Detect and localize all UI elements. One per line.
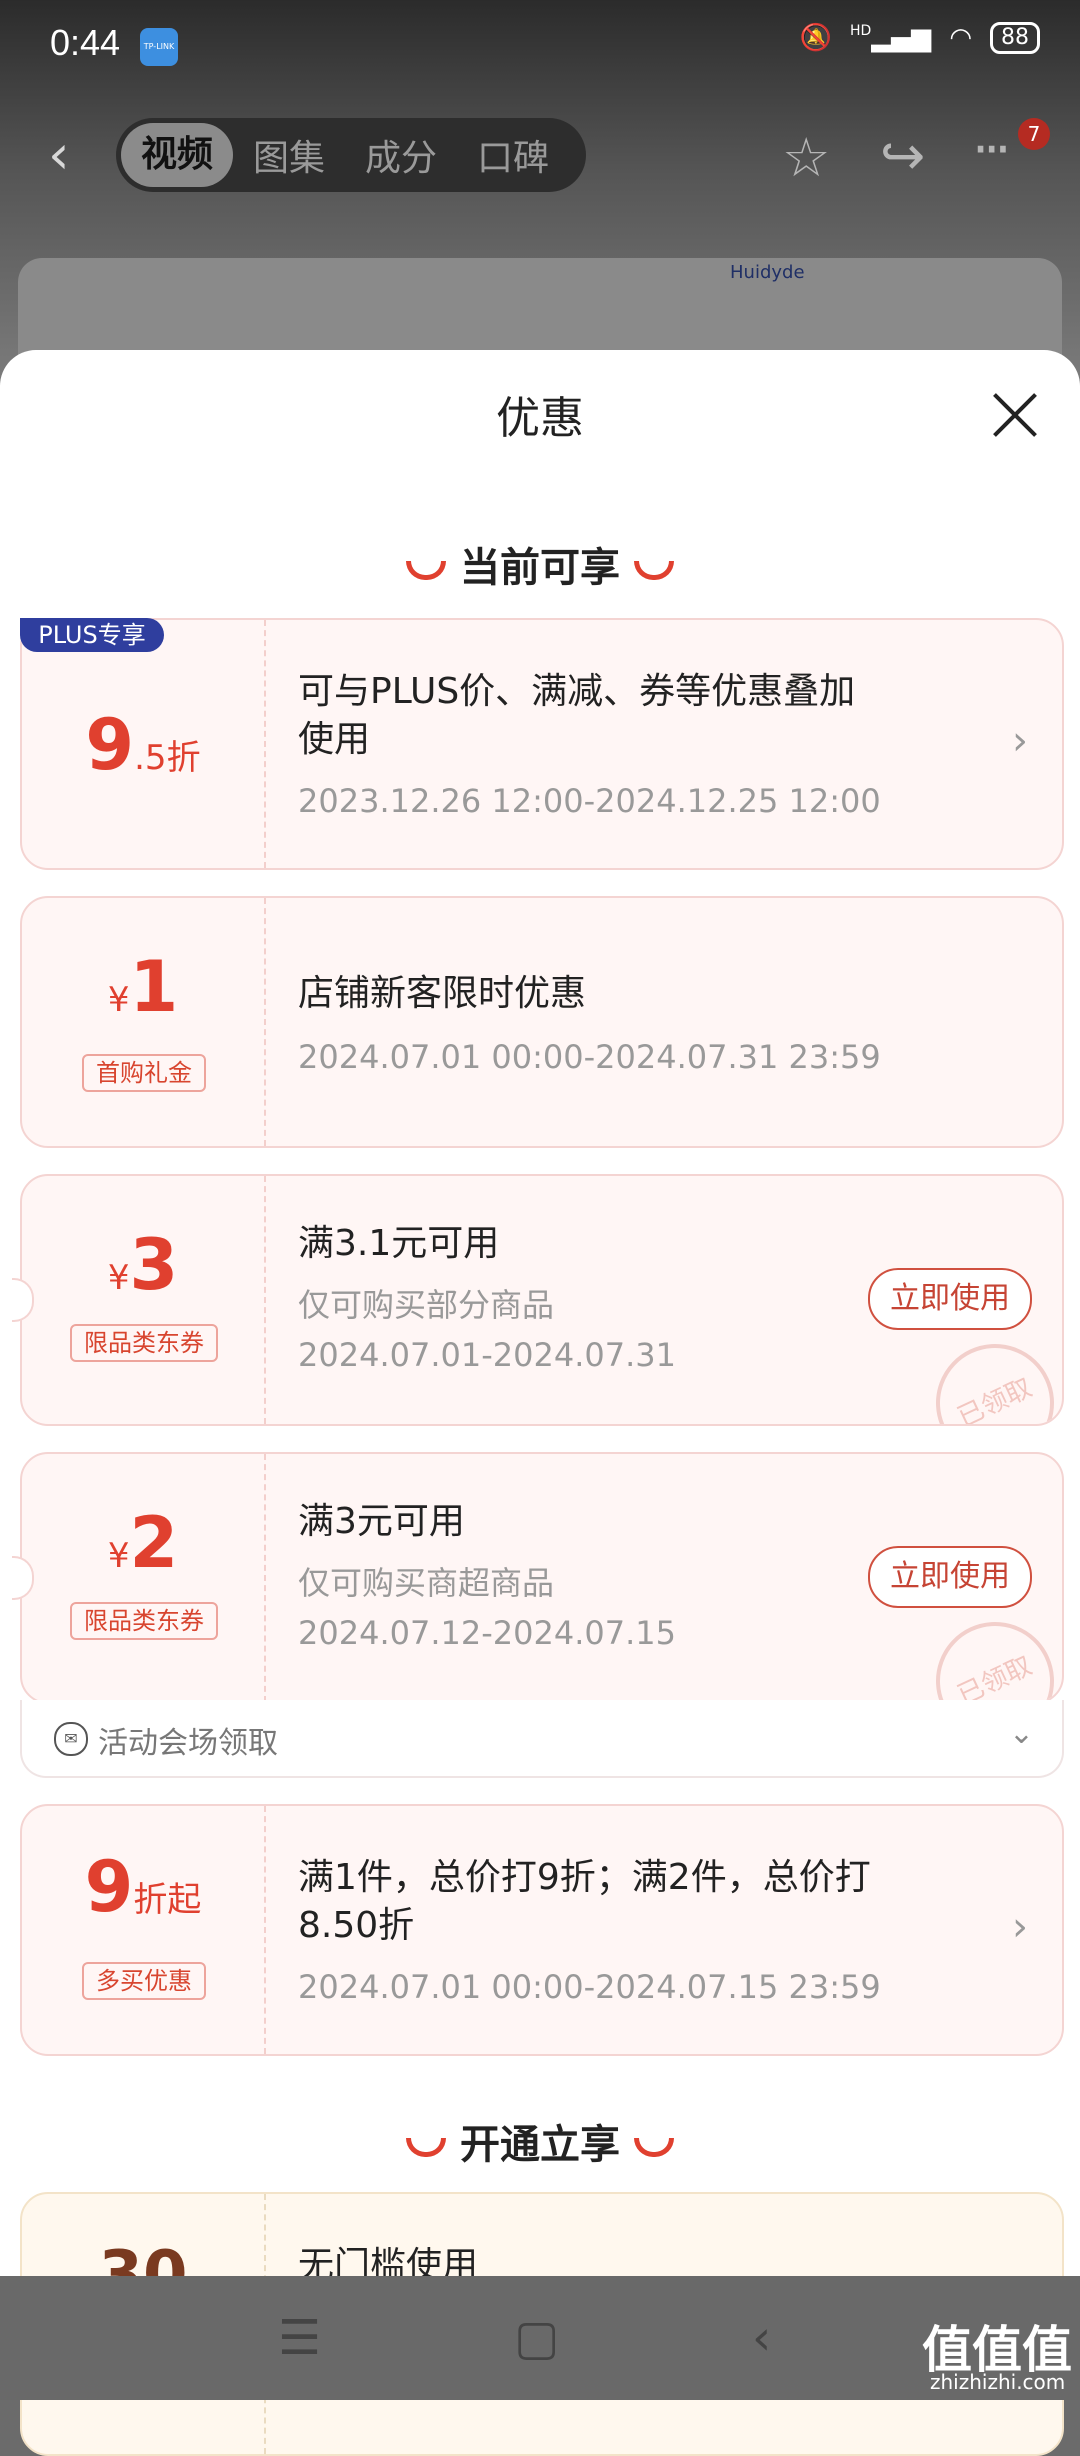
home-icon[interactable]: ▢ bbox=[514, 2310, 559, 2366]
coupon-tag: 限品类东券 bbox=[70, 1602, 218, 1640]
app-notification-icon: TP-LINK bbox=[140, 28, 178, 66]
chevron-down-icon: ⌄ bbox=[1008, 1716, 1034, 1751]
coupon-card-category-3[interactable]: ¥3 限品类东券 满3.1元可用 仅可购买部分商品 2024.07.01-202… bbox=[20, 1174, 1064, 1426]
tab-video[interactable]: 视频 bbox=[121, 123, 233, 187]
coupon-card-plus[interactable]: 9.5折 可与PLUS价、满减、券等优惠叠加 使用 2023.12.26 12:… bbox=[20, 618, 1064, 870]
coupon-date: 2024.07.01 00:00-2024.07.15 23:59 bbox=[298, 1968, 881, 2006]
currency-symbol: ¥ bbox=[107, 980, 130, 1020]
use-now-button[interactable]: 立即使用 bbox=[868, 1546, 1032, 1608]
coupon-date: 2024.07.01-2024.07.31 bbox=[298, 1336, 676, 1374]
coupon-text: 满3.1元可用 bbox=[298, 1223, 500, 1264]
claimed-stamp: 已领取 bbox=[916, 1602, 1062, 1702]
brand-logo: Huidyde bbox=[730, 262, 805, 283]
coupon-subtext: 仅可购买商超商品 bbox=[298, 1564, 555, 1602]
chevron-right-icon: › bbox=[1012, 718, 1028, 764]
claimed-stamp: 已领取 bbox=[916, 1324, 1062, 1424]
use-now-button[interactable]: 立即使用 bbox=[868, 1268, 1032, 1330]
battery-icon: 88 bbox=[990, 22, 1040, 54]
activity-label: 活动会场领取 bbox=[98, 1726, 278, 1761]
plus-badge: PLUS专享 bbox=[20, 618, 164, 652]
wifi-icon: ◠ bbox=[949, 23, 972, 53]
sheet-title: 优惠 bbox=[496, 393, 584, 444]
coupon-text: 店铺新客限时优惠 bbox=[298, 973, 587, 1014]
coupon-date: 2024.07.12-2024.07.15 bbox=[298, 1614, 676, 1652]
coupon-tag: 首购礼金 bbox=[82, 1054, 206, 1092]
media-tabs: 视频 图集 成分 口碑 bbox=[116, 118, 586, 192]
currency-symbol: ¥ bbox=[107, 1258, 130, 1298]
ticket-icon: ✉ bbox=[54, 1722, 88, 1756]
activity-claim-row[interactable]: ✉ 活动会场领取 ⌄ bbox=[20, 1700, 1064, 1778]
watermark-url: zhizhizhi.com bbox=[930, 2370, 1066, 2394]
discount-unit: 折起 bbox=[133, 1880, 202, 1920]
coupon-tag: 多买优惠 bbox=[82, 1962, 206, 2000]
chevron-right-icon: › bbox=[1012, 1904, 1028, 1950]
menu-icon[interactable]: ☰ bbox=[278, 2310, 321, 2366]
status-time: 0:44 bbox=[50, 22, 121, 63]
tab-gallery[interactable]: 图集 bbox=[233, 129, 345, 181]
coupon-card-multibuy[interactable]: 9折起 多买优惠 满1件，总价打9折；满2件，总价打 8.50折 2024.07… bbox=[20, 1804, 1064, 2056]
coupon-value: 1 bbox=[129, 946, 179, 1028]
coupon-value: 2 bbox=[129, 1502, 179, 1584]
discount-value: 9 bbox=[84, 1846, 134, 1928]
mute-icon: 🔕 bbox=[799, 23, 832, 53]
coupon-card-newcustomer[interactable]: ¥1 首购礼金 店铺新客限时优惠 2024.07.01 00:00-2024.0… bbox=[20, 896, 1064, 1148]
favorite-icon[interactable]: ☆ bbox=[782, 126, 830, 189]
system-navigation-bar: ☰ ▢ ‹ bbox=[0, 2276, 1080, 2400]
coupon-tag: 限品类东券 bbox=[70, 1324, 218, 1362]
coupon-text-2: 8.50折 bbox=[298, 1905, 415, 1946]
coupon-date: 2023.12.26 12:00-2024.12.25 12:00 bbox=[298, 782, 881, 820]
close-icon[interactable] bbox=[992, 392, 1038, 438]
currency-symbol: ¥ bbox=[107, 1536, 130, 1576]
status-icons: 🔕 HD▂▄▆ ◠ 88 bbox=[800, 22, 1040, 54]
smile-decoration-icon bbox=[406, 560, 446, 580]
more-icon[interactable]: ··· bbox=[972, 118, 1011, 181]
discount-value: 9 bbox=[85, 704, 135, 786]
coupon-value: 3 bbox=[129, 1224, 179, 1306]
coupon-text: 满3元可用 bbox=[298, 1501, 465, 1542]
coupon-text: 满1件，总价打9折；满2件，总价打 bbox=[298, 1857, 871, 1898]
back-nav-icon[interactable]: ‹ bbox=[752, 2310, 771, 2366]
discount-unit: .5折 bbox=[134, 738, 201, 778]
smile-decoration-icon bbox=[634, 560, 674, 580]
notification-badge: 7 bbox=[1018, 118, 1050, 150]
coupon-text: 可与PLUS价、满减、券等优惠叠加 bbox=[298, 671, 856, 712]
back-icon[interactable]: ‹ bbox=[48, 128, 70, 182]
coupon-text-2: 使用 bbox=[298, 719, 371, 760]
tab-ingredients[interactable]: 成分 bbox=[345, 129, 457, 181]
smile-decoration-icon bbox=[406, 2137, 446, 2157]
coupon-date: 2024.07.01 00:00-2024.07.31 23:59 bbox=[298, 1038, 881, 1076]
section-current: 当前可享 bbox=[0, 535, 1080, 593]
tab-reviews[interactable]: 口碑 bbox=[457, 129, 569, 181]
share-icon[interactable]: ↪ bbox=[880, 124, 925, 187]
smile-decoration-icon bbox=[634, 2137, 674, 2157]
section-open: 开通立享 bbox=[0, 2112, 1080, 2170]
coupon-card-category-2[interactable]: ¥2 限品类东券 满3元可用 仅可购买商超商品 2024.07.12-2024.… bbox=[20, 1452, 1064, 1704]
coupon-subtext: 仅可购买部分商品 bbox=[298, 1286, 555, 1324]
signal-icon: HD▂▄▆ bbox=[850, 23, 932, 53]
